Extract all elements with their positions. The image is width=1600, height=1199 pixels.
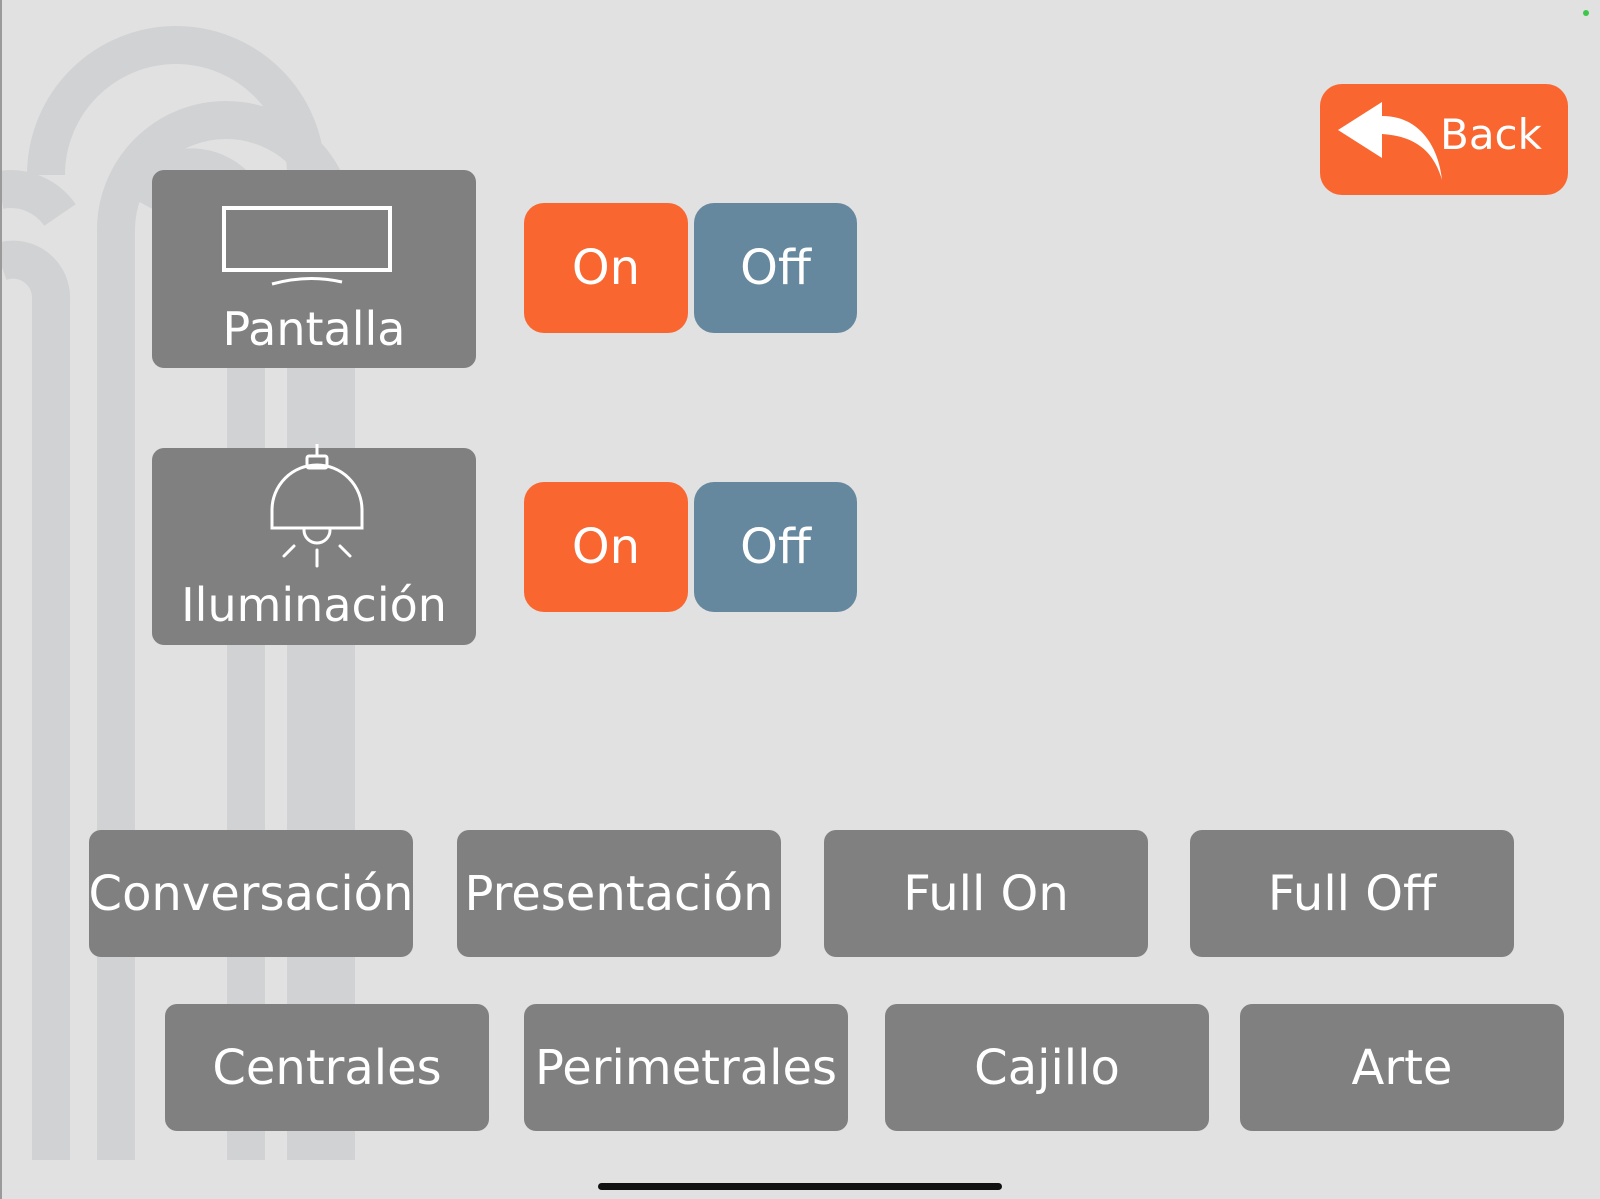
pantalla-on-button[interactable]: On bbox=[524, 203, 688, 333]
zone-button-perimetrales[interactable]: Perimetrales bbox=[524, 1004, 848, 1131]
device-label-pantalla: Pantalla bbox=[222, 302, 406, 356]
pantalla-off-button[interactable]: Off bbox=[694, 203, 857, 333]
zone-button-arte[interactable]: Arte bbox=[1240, 1004, 1564, 1131]
screen-left-edge bbox=[0, 0, 2, 1199]
scene-button-full-on[interactable]: Full On bbox=[824, 830, 1148, 957]
back-arrow-icon bbox=[1338, 102, 1442, 180]
device-label-iluminacion: Iluminación bbox=[181, 578, 447, 632]
back-button-label: Back bbox=[1440, 110, 1542, 159]
iluminacion-on-button[interactable]: On bbox=[524, 482, 688, 612]
zone-button-centrales[interactable]: Centrales bbox=[165, 1004, 489, 1131]
ceiling-lamp-icon bbox=[270, 444, 364, 568]
home-indicator-bar[interactable] bbox=[598, 1183, 1002, 1190]
iluminacion-off-button[interactable]: Off bbox=[694, 482, 857, 612]
display-icon bbox=[222, 206, 392, 286]
device-tile-pantalla[interactable]: Pantalla bbox=[152, 170, 476, 368]
back-button[interactable]: Back bbox=[1320, 84, 1568, 195]
status-indicator-dot bbox=[1583, 10, 1589, 16]
device-tile-iluminacion[interactable]: Iluminación bbox=[152, 444, 476, 645]
scene-button-conversacion[interactable]: Conversación bbox=[89, 830, 413, 957]
scene-button-presentacion[interactable]: Presentación bbox=[457, 830, 781, 957]
scene-button-full-off[interactable]: Full Off bbox=[1190, 830, 1514, 957]
zone-button-cajillo[interactable]: Cajillo bbox=[885, 1004, 1209, 1131]
